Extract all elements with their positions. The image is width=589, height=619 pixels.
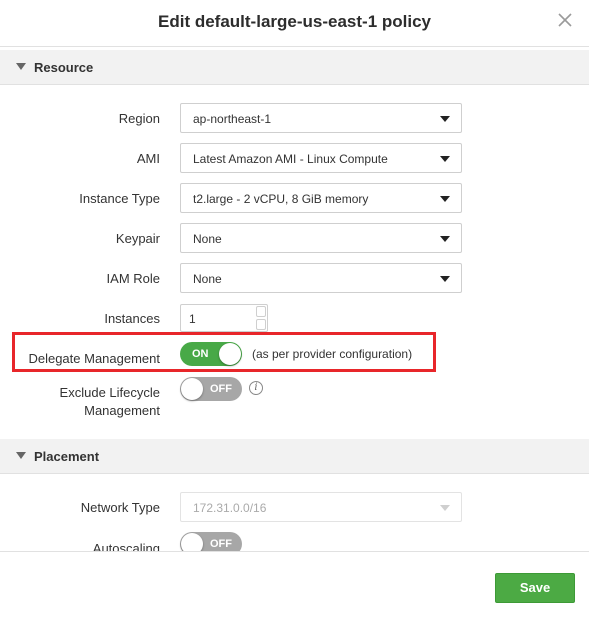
delegate-management-note: (as per provider configuration) bbox=[252, 347, 413, 361]
iam-role-value: None bbox=[193, 272, 222, 286]
section-title: Placement bbox=[34, 449, 100, 464]
instance-type-value: t2.large - 2 vCPU, 8 GiB memory bbox=[193, 192, 369, 206]
caret-down-icon bbox=[440, 505, 450, 511]
instances-value: 1 bbox=[189, 312, 196, 326]
section-title: Resource bbox=[34, 60, 94, 75]
increment-button[interactable] bbox=[256, 306, 266, 317]
info-icon[interactable]: i bbox=[249, 381, 263, 395]
section-placement-header[interactable]: Placement bbox=[0, 439, 589, 474]
instances-label: Instances bbox=[104, 311, 160, 326]
dialog-title: Edit default-large-us-east-1 policy bbox=[158, 12, 431, 31]
caret-down-icon bbox=[440, 116, 450, 122]
region-value: ap-northeast-1 bbox=[193, 112, 272, 126]
exclude-lifecycle-toggle[interactable]: OFF bbox=[180, 377, 242, 401]
keypair-select[interactable]: None bbox=[180, 223, 462, 253]
save-button[interactable]: Save bbox=[495, 573, 575, 603]
iam-role-label: IAM Role bbox=[106, 271, 160, 286]
network-type-select[interactable]: 172.31.0.0/16 bbox=[180, 492, 462, 522]
exclude-lifecycle-label: Exclude Lifecycle Management bbox=[60, 384, 160, 420]
network-type-value: 172.31.0.0/16 bbox=[193, 501, 267, 515]
dialog-footer: Save bbox=[0, 551, 589, 619]
caret-down-icon bbox=[16, 452, 26, 459]
delegate-management-toggle[interactable]: ON bbox=[180, 342, 242, 366]
caret-down-icon bbox=[440, 276, 450, 282]
toggle-knob bbox=[219, 343, 241, 365]
delegate-management-label: Delegate Management bbox=[28, 351, 160, 366]
info-glyph: i bbox=[254, 382, 258, 393]
edit-policy-dialog: Edit default-large-us-east-1 policy Reso… bbox=[0, 0, 589, 619]
exclude-lifecycle-label-line1: Exclude Lifecycle bbox=[59, 385, 160, 400]
region-label: Region bbox=[118, 111, 160, 126]
caret-down-icon bbox=[440, 236, 450, 242]
toggle-knob bbox=[181, 378, 203, 400]
section-resource-header[interactable]: Resource bbox=[0, 50, 589, 85]
instance-type-label: Instance Type bbox=[79, 191, 160, 206]
toggle-state: OFF bbox=[210, 383, 232, 395]
instances-stepper[interactable]: 1 bbox=[180, 304, 268, 332]
decrement-button[interactable] bbox=[256, 319, 266, 330]
caret-down-icon bbox=[440, 156, 450, 162]
instance-type-select[interactable]: t2.large - 2 vCPU, 8 GiB memory bbox=[180, 183, 462, 213]
close-icon[interactable] bbox=[553, 8, 577, 32]
network-type-label: Network Type bbox=[80, 500, 160, 515]
ami-value: Latest Amazon AMI - Linux Compute bbox=[193, 152, 388, 166]
toggle-state: ON bbox=[192, 348, 209, 360]
region-select[interactable]: ap-northeast-1 bbox=[180, 103, 462, 133]
caret-down-icon bbox=[16, 63, 26, 70]
ami-select[interactable]: Latest Amazon AMI - Linux Compute bbox=[180, 143, 462, 173]
keypair-value: None bbox=[193, 232, 222, 246]
toggle-state: OFF bbox=[210, 538, 232, 550]
caret-down-icon bbox=[440, 196, 450, 202]
ami-label: AMI bbox=[136, 151, 160, 166]
iam-role-select[interactable]: None bbox=[180, 263, 462, 293]
exclude-lifecycle-label-line2: Management bbox=[84, 403, 160, 418]
keypair-label: Keypair bbox=[115, 231, 160, 246]
dialog-header: Edit default-large-us-east-1 policy bbox=[0, 0, 589, 47]
